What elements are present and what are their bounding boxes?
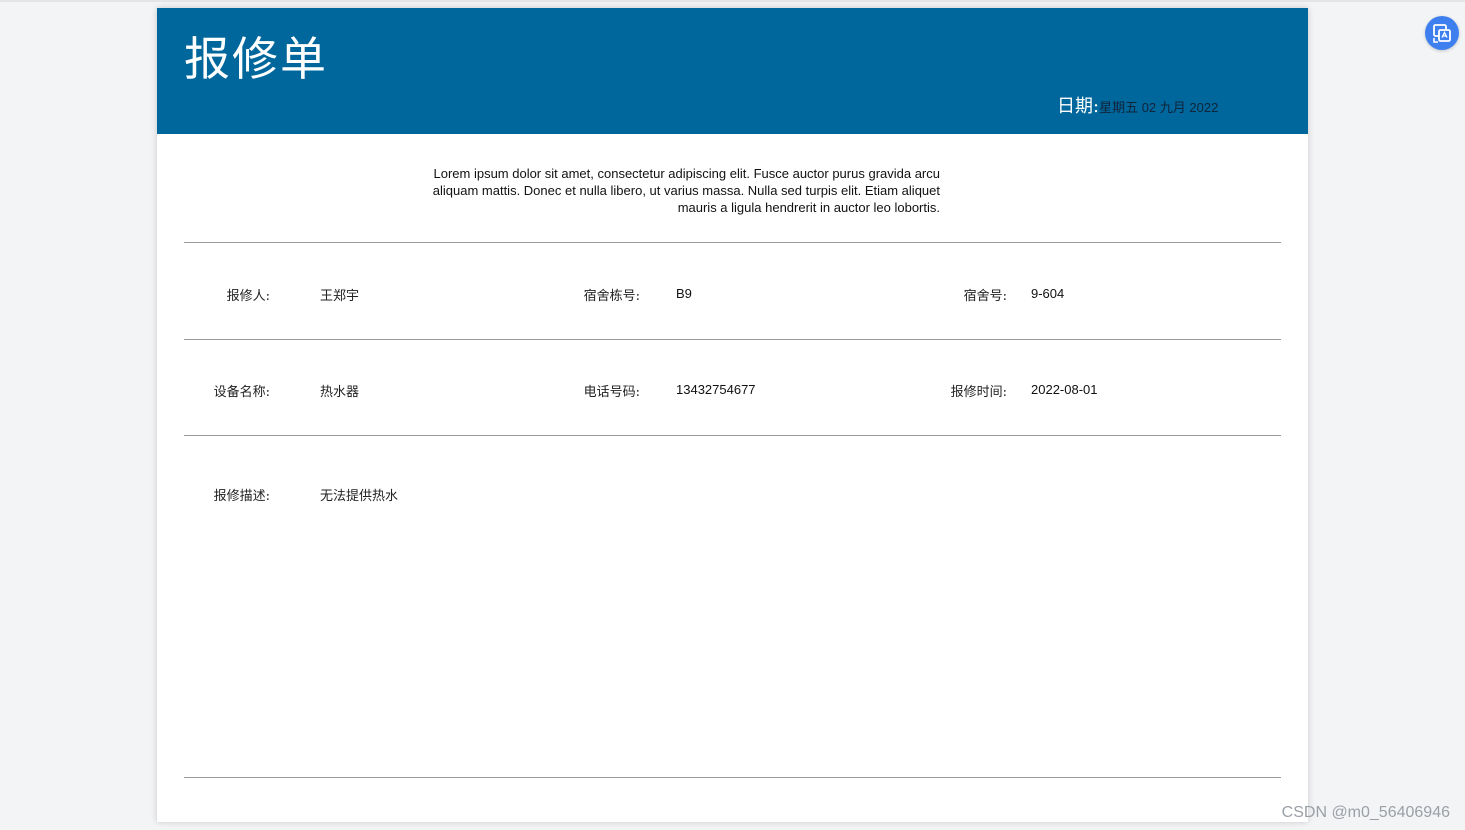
divider	[184, 339, 1281, 340]
room-value: 9-604	[1031, 286, 1065, 301]
divider	[184, 435, 1281, 436]
building-value: B9	[676, 286, 692, 301]
reporter-value: 王郑宇	[320, 289, 360, 304]
phone-label: 电话号码:	[583, 385, 640, 400]
device-value: 热水器	[320, 385, 360, 400]
divider	[184, 242, 1281, 243]
intro-paragraph: Lorem ipsum dolor sit amet, consectetur …	[432, 166, 940, 215]
description-label: 报修描述:	[213, 489, 270, 504]
date-value: 星期五 02 九月 2022	[1099, 100, 1219, 115]
reporter-label: 报修人:	[226, 289, 270, 304]
description-value: 无法提供热水	[320, 489, 399, 504]
repair-form-page: 报修单 日期:星期五 02 九月 2022 Lorem ipsum dolor …	[157, 8, 1308, 822]
date-label: 日期:	[1057, 96, 1100, 117]
report-time-label: 报修时间:	[950, 385, 1007, 400]
divider	[184, 777, 1281, 778]
watermark: CSDN @m0_56406946	[1281, 804, 1450, 821]
phone-value: 13432754677	[676, 382, 756, 397]
date-block: 日期:星期五 02 九月 2022	[1057, 92, 1218, 118]
building-label: 宿舍栋号:	[583, 289, 640, 304]
translate-icon	[1433, 24, 1451, 43]
form-title: 报修单	[184, 32, 328, 86]
device-label: 设备名称:	[213, 385, 270, 400]
translate-button[interactable]	[1425, 16, 1459, 50]
report-time-value: 2022-08-01	[1031, 382, 1098, 397]
room-label: 宿舍号:	[963, 289, 1007, 304]
viewer-top-edge	[0, 0, 1465, 2]
form-header: 报修单 日期:星期五 02 九月 2022	[157, 8, 1308, 134]
